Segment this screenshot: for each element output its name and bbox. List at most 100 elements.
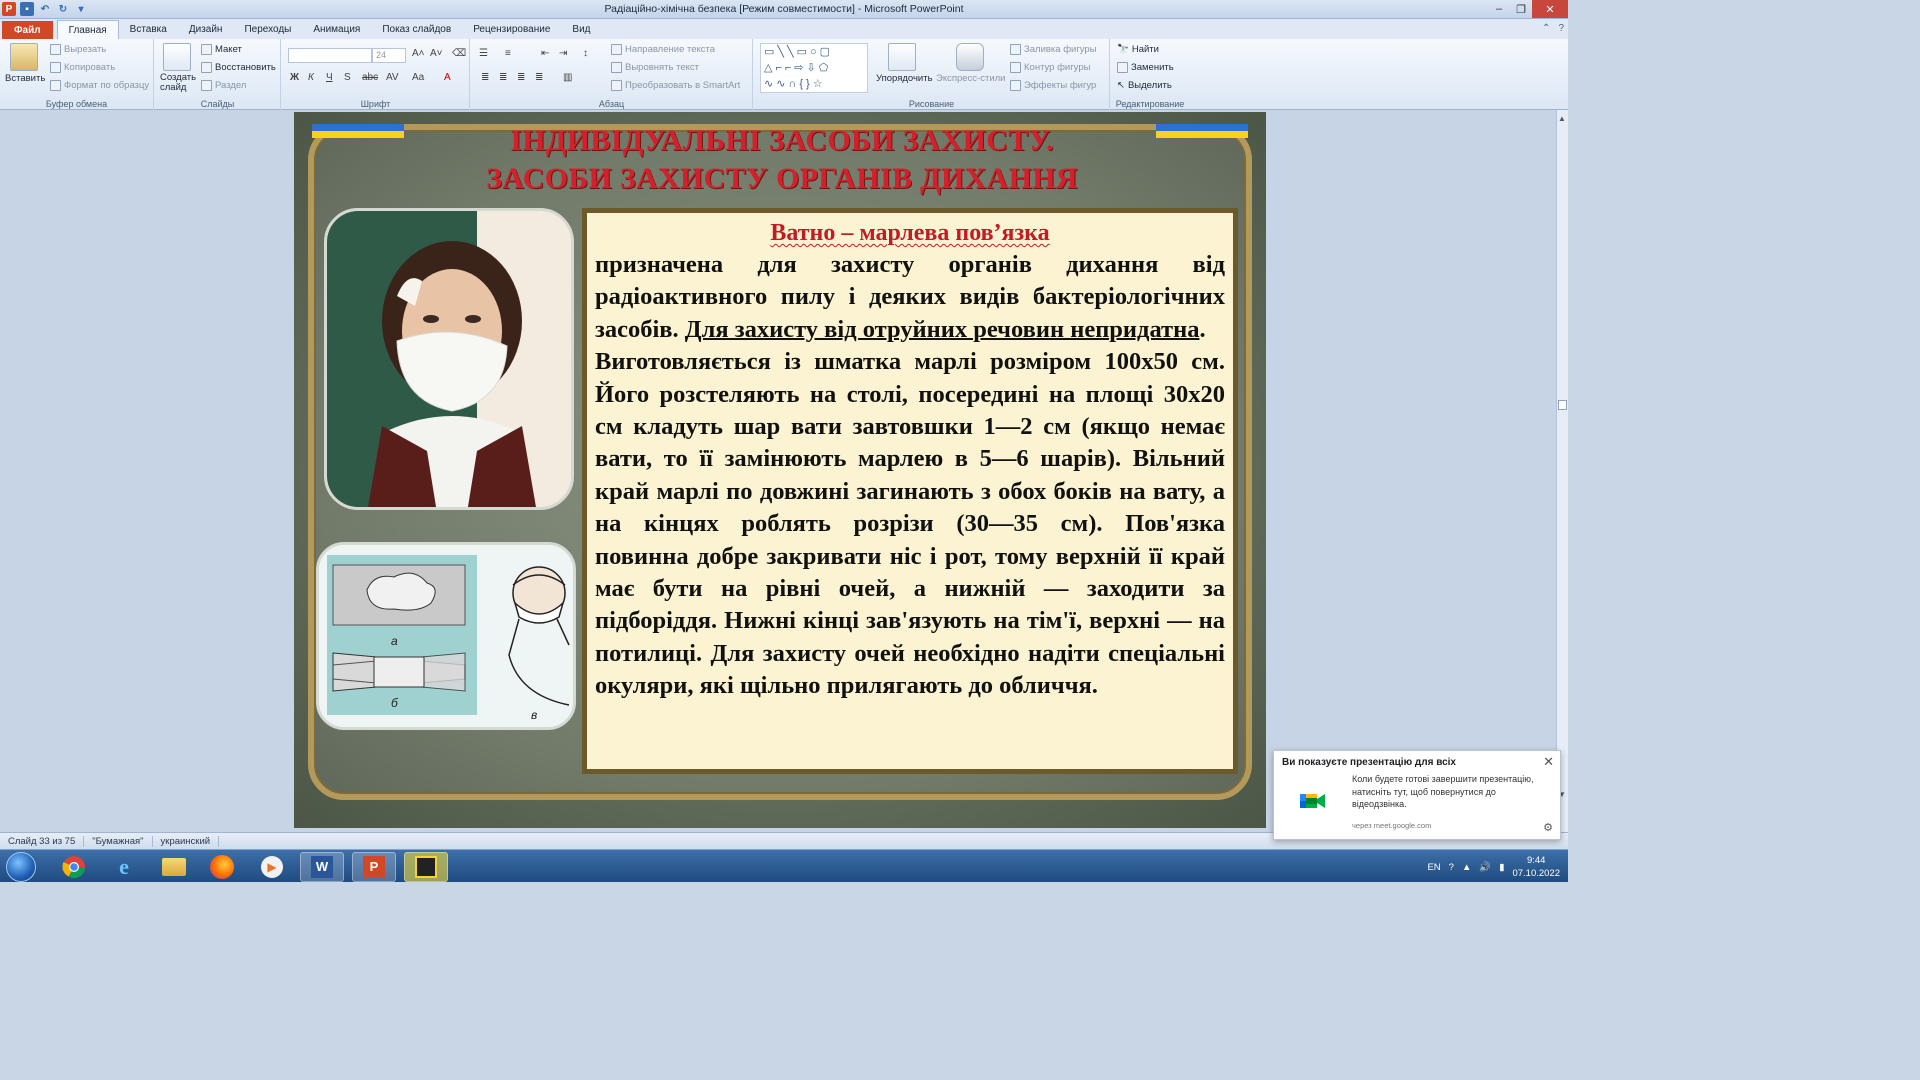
format-painter-button[interactable]: Формат по образцу <box>64 80 149 91</box>
tab-animation[interactable]: Анимация <box>302 20 371 39</box>
slide-title-line1[interactable]: ІНДИВІДУАЛЬНІ ЗАСОБИ ЗАХИСТУ. <box>414 124 1150 158</box>
shrink-font-icon[interactable]: A˅ <box>430 48 443 59</box>
scroll-up-icon[interactable]: ▲ <box>1558 114 1566 123</box>
align-right-icon[interactable]: ≣ <box>517 72 525 83</box>
tab-home[interactable]: Главная <box>56 20 119 39</box>
mask-photo-illustration <box>327 211 571 507</box>
section-icon <box>201 80 212 91</box>
line-spacing-icon[interactable]: ↕ <box>583 48 588 59</box>
word-taskbar-icon[interactable]: W <box>300 852 344 882</box>
paste-button[interactable]: Вставить <box>5 73 45 84</box>
scroll-thumb[interactable] <box>1558 400 1567 410</box>
slide-title-line2[interactable]: ЗАСОБИ ЗАХИСТУ ОРГАНІВ ДИХАННЯ <box>414 162 1150 196</box>
increase-indent-icon[interactable]: ⇥ <box>559 48 567 59</box>
slide-counter: Слайд 33 из 75 <box>0 835 85 847</box>
decrease-indent-icon[interactable]: ⇤ <box>541 48 549 59</box>
input-language[interactable]: EN <box>1427 862 1440 873</box>
section-button[interactable]: Раздел <box>215 80 246 91</box>
quick-styles-icon[interactable] <box>956 43 984 71</box>
cut-button[interactable]: Вырезать <box>64 44 106 55</box>
minimize-ribbon-icon[interactable]: ⌃ <box>1542 23 1550 34</box>
explorer-taskbar-icon[interactable] <box>152 852 196 882</box>
volume-icon[interactable]: 🔊 <box>1479 862 1491 873</box>
columns-icon[interactable]: ▥ <box>563 72 572 83</box>
shape-fill-button[interactable]: Заливка фигуры <box>1024 44 1097 55</box>
font-group-label: Шрифт <box>360 99 391 109</box>
help-tray-icon[interactable]: ? <box>1449 862 1454 873</box>
arrange-icon[interactable] <box>888 43 916 71</box>
bullets-icon[interactable]: ☰ <box>479 48 488 59</box>
editing-group: 🔭 Найти Заменить ↖ Выделить Редактирование <box>1111 39 1189 110</box>
tab-design[interactable]: Дизайн <box>178 20 234 39</box>
help-icon[interactable]: ? <box>1558 23 1564 34</box>
video-app-taskbar-icon[interactable] <box>404 852 448 882</box>
quick-styles-button[interactable]: Экспресс-стили <box>936 73 1005 84</box>
tab-review[interactable]: Рецензирование <box>462 20 561 39</box>
chrome-taskbar-icon[interactable] <box>52 852 96 882</box>
tab-slideshow[interactable]: Показ слайдов <box>371 20 462 39</box>
tab-file[interactable]: Файл <box>2 21 53 39</box>
language-indicator[interactable]: украинский <box>153 835 220 847</box>
find-button[interactable]: Найти <box>1132 44 1159 55</box>
underline-icon[interactable]: Ч <box>326 72 333 83</box>
content-textbox[interactable]: Ватно – марлева пов’язка призначена для … <box>582 208 1238 774</box>
text-direction-button[interactable]: Направление текста <box>625 44 715 55</box>
font-size-combo[interactable]: 24 <box>372 48 406 63</box>
theme-name[interactable]: "Бумажная" <box>84 835 153 847</box>
smartart-button[interactable]: Преобразовать в SmartArt <box>625 80 740 91</box>
shape-effects-button[interactable]: Эффекты фигур <box>1024 80 1096 91</box>
network-icon[interactable]: ▮ <box>1499 862 1504 873</box>
close-button[interactable]: ✕ <box>1532 0 1568 18</box>
layout-button[interactable]: Макет <box>215 44 242 55</box>
strikethrough-icon[interactable]: abc <box>362 72 378 83</box>
media-player-taskbar-icon[interactable]: ▶ <box>250 852 294 882</box>
font-color-icon[interactable]: A <box>444 72 451 83</box>
paste-icon[interactable] <box>10 43 38 71</box>
minimize-button[interactable]: – <box>1488 0 1510 18</box>
char-spacing-icon[interactable]: AV <box>386 72 399 83</box>
clock[interactable]: 9:44 07.10.2022 <box>1512 854 1560 880</box>
align-left-icon[interactable]: ≣ <box>481 72 489 83</box>
bold-icon[interactable]: Ж <box>290 72 299 83</box>
shapes-gallery[interactable]: ▭╲╲▭○▢ △⌐⌐⇨⇩⬠ ∿∿∩{}☆ <box>760 43 868 93</box>
numbering-icon[interactable]: ≡ <box>505 48 511 59</box>
tab-transitions[interactable]: Переходы <box>233 20 302 39</box>
shape-outline-button[interactable]: Контур фигуры <box>1024 62 1090 73</box>
new-slide-button[interactable]: Создать слайд <box>160 73 200 93</box>
tab-insert[interactable]: Вставка <box>119 20 178 39</box>
maximize-button[interactable]: ❐ <box>1510 0 1532 18</box>
clock-date: 07.10.2022 <box>1512 868 1560 879</box>
new-slide-icon[interactable] <box>163 43 191 71</box>
show-hidden-icons-icon[interactable]: ▲ <box>1462 862 1471 873</box>
bandage-diagram[interactable]: а б в <box>316 542 576 730</box>
ie-taskbar-icon[interactable]: e <box>102 852 146 882</box>
ribbon: Вставить Вырезать Копировать Формат по о… <box>0 39 1568 110</box>
italic-icon[interactable]: К <box>308 72 314 83</box>
copy-button[interactable]: Копировать <box>64 62 115 73</box>
firefox-icon <box>210 855 234 879</box>
align-center-icon[interactable]: ≣ <box>499 72 507 83</box>
justify-icon[interactable]: ≣ <box>535 72 543 83</box>
windows-taskbar: e ▶ W P EN ? ▲ 🔊 ▮ 9:44 07.10.2022 <box>0 849 1568 882</box>
mask-photo[interactable] <box>324 208 574 510</box>
clapperboard-icon <box>415 856 437 878</box>
change-case-icon[interactable]: Aa <box>412 72 424 83</box>
grow-font-icon[interactable]: A˄ <box>412 48 425 59</box>
meet-presenting-notification[interactable]: Ви показуєте презентацію для всіх ✕ Коли… <box>1273 750 1561 840</box>
start-button[interactable] <box>6 852 36 882</box>
slide-canvas[interactable]: ІНДИВІДУАЛЬНІ ЗАСОБИ ЗАХИСТУ. ЗАСОБИ ЗАХ… <box>294 112 1266 828</box>
clear-format-icon[interactable]: ⌫ <box>452 48 466 59</box>
shadow-icon[interactable]: S <box>344 72 351 83</box>
tab-view[interactable]: Вид <box>561 20 601 39</box>
vertical-scrollbar[interactable]: ▲ ▼ <box>1556 110 1568 832</box>
notification-settings-icon[interactable]: ⚙ <box>1543 821 1553 834</box>
reset-button[interactable]: Восстановить <box>215 62 276 73</box>
powerpoint-taskbar-icon[interactable]: P <box>352 852 396 882</box>
firefox-taskbar-icon[interactable] <box>200 852 244 882</box>
arrange-button[interactable]: Упорядочить <box>876 73 933 84</box>
select-button[interactable]: Выделить <box>1128 80 1172 91</box>
close-notification-icon[interactable]: ✕ <box>1543 754 1554 770</box>
font-name-combo[interactable] <box>288 48 372 63</box>
replace-button[interactable]: Заменить <box>1131 62 1174 73</box>
align-text-button[interactable]: Выровнять текст <box>625 62 699 73</box>
